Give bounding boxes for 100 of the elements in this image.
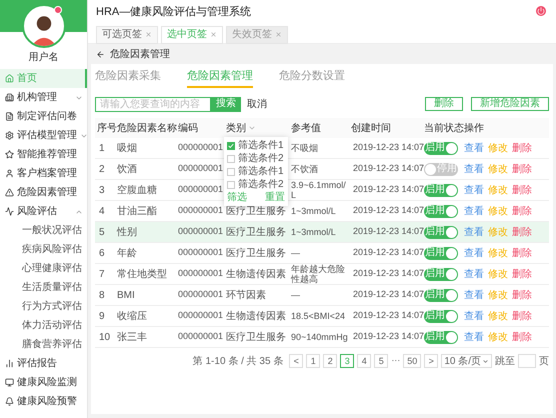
row-action-link[interactable]: 修改 bbox=[488, 266, 508, 282]
sidebar-subitem[interactable]: 行为方式评估 bbox=[0, 297, 87, 316]
status-toggle[interactable]: 启用 bbox=[424, 142, 458, 154]
content-tab[interactable]: 危险因素采集 bbox=[95, 68, 161, 88]
row-action-link[interactable]: 查看 bbox=[464, 288, 484, 302]
row-action-link[interactable]: 删除 bbox=[512, 246, 532, 260]
sidebar-subitem[interactable]: 疾病风险评估 bbox=[0, 240, 87, 259]
content-tab[interactable]: 危险分数设置 bbox=[279, 68, 345, 88]
table-row[interactable]: 8 BMI 000000001 环节因素 — 2019-12-23 14:07 启用 查看 修改 删除 bbox=[95, 285, 549, 306]
row-action-link[interactable]: 修改 bbox=[488, 204, 508, 218]
status-toggle[interactable]: 启用 bbox=[424, 246, 458, 260]
filter-option[interactable]: 筛选条件2 bbox=[238, 180, 284, 190]
sidebar-item[interactable]: 健康风险预警 bbox=[0, 392, 87, 411]
action-button[interactable]: 删除 bbox=[425, 97, 463, 111]
sidebar-subitem[interactable]: 一般状况评估 bbox=[0, 221, 87, 240]
column-header: 创建时间 bbox=[351, 122, 391, 136]
user-name: 用户名 bbox=[28, 50, 60, 65]
sidebar-subitem[interactable]: 体力活动评估 bbox=[0, 316, 87, 335]
sidebar-item[interactable]: 首页 bbox=[0, 69, 87, 88]
row-action-link[interactable]: 修改 bbox=[488, 288, 508, 302]
sidebar-item[interactable]: 智能推荐管理 bbox=[0, 145, 87, 164]
page-button[interactable]: 5 bbox=[374, 354, 388, 368]
page-button[interactable]: 4 bbox=[357, 354, 372, 368]
close-icon[interactable] bbox=[210, 31, 217, 38]
status-toggle[interactable]: 启用 bbox=[424, 226, 458, 238]
table-row[interactable]: 10 张三丰 000000001 医疗卫生服务 90~140mmHg 2019-12-23 14:07 启用 查看 修改 删除 bbox=[95, 327, 549, 348]
row-action-link[interactable]: 删除 bbox=[512, 140, 532, 156]
action-button[interactable]: 新增危险因素 bbox=[471, 97, 549, 111]
status-toggle[interactable]: 启用 bbox=[424, 288, 458, 302]
filter-option[interactable]: 筛选条件1 bbox=[238, 166, 284, 176]
sidebar-item[interactable]: 危险因素管理 bbox=[0, 183, 87, 202]
page-jump-field[interactable] bbox=[518, 354, 536, 368]
status-toggle[interactable]: 启用 bbox=[424, 184, 458, 196]
status-toggle[interactable]: 启用 bbox=[424, 204, 458, 218]
row-action-link[interactable]: 查看 bbox=[464, 162, 484, 176]
row-action-link[interactable]: 查看 bbox=[464, 330, 484, 344]
row-action-link[interactable]: 查看 bbox=[464, 266, 484, 282]
page-button[interactable]: 1 bbox=[306, 354, 320, 368]
sidebar-item[interactable]: 制定评估问卷 bbox=[0, 107, 87, 126]
page-tab[interactable]: 选中页签 bbox=[161, 26, 223, 44]
row-action-link[interactable]: 查看 bbox=[464, 308, 484, 324]
checkbox[interactable] bbox=[227, 142, 235, 150]
filter-confirm-link[interactable]: 筛选 bbox=[227, 192, 247, 202]
filter-caret-icon[interactable] bbox=[248, 124, 256, 132]
power-icon[interactable] bbox=[536, 6, 546, 16]
table-row[interactable]: 5 性别 000000001 医疗卫生服务 1~3mmol/L 2019-12-23 14:07 启用 查看 修改 删除 bbox=[95, 222, 549, 243]
row-action-link[interactable]: 删除 bbox=[512, 330, 532, 344]
checkbox[interactable] bbox=[227, 154, 235, 162]
checkbox[interactable] bbox=[227, 168, 235, 176]
table-cell-text: 收缩压 bbox=[116, 310, 148, 324]
row-action-link[interactable]: 查看 bbox=[464, 182, 484, 198]
row-action-link[interactable]: 修改 bbox=[488, 182, 508, 198]
status-toggle[interactable]: 启用 bbox=[424, 268, 458, 280]
row-action-link[interactable]: 删除 bbox=[512, 204, 532, 218]
row-action-link[interactable]: 删除 bbox=[512, 266, 532, 282]
back-arrow-icon[interactable] bbox=[96, 50, 105, 58]
row-action-link[interactable]: 查看 bbox=[464, 204, 484, 218]
sidebar-item[interactable]: 机构管理 bbox=[0, 88, 87, 107]
row-action-link[interactable]: 查看 bbox=[464, 224, 484, 240]
sidebar-item[interactable]: 风险评估 bbox=[0, 202, 87, 221]
filter-reset-link[interactable]: 重置 bbox=[265, 192, 285, 202]
page-button[interactable]: 2 bbox=[323, 354, 338, 368]
close-icon[interactable] bbox=[145, 31, 152, 38]
table-cell-text: 7 bbox=[98, 268, 106, 282]
row-action-link[interactable]: 查看 bbox=[464, 140, 484, 156]
sidebar-subitem[interactable]: 心理健康评估 bbox=[0, 259, 87, 278]
prev-page-button[interactable]: < bbox=[289, 354, 304, 368]
page-size-select[interactable]: 10 条/页 bbox=[441, 354, 492, 368]
row-action-link[interactable]: 查看 bbox=[464, 246, 484, 260]
table-cell-text: 10 bbox=[98, 330, 112, 344]
row-action-link[interactable]: 删除 bbox=[512, 224, 532, 240]
table-row[interactable]: 6 年龄 000000001 医疗卫生服务 — 2019-12-23 14:07 启用 查看 修改 删除 bbox=[95, 243, 549, 264]
row-action-link[interactable]: 修改 bbox=[488, 330, 508, 344]
search-button[interactable]: 搜索 bbox=[211, 96, 241, 112]
status-toggle[interactable]: 启用 bbox=[424, 330, 458, 344]
row-action-link[interactable]: 修改 bbox=[488, 140, 508, 156]
sidebar-subitem[interactable]: 生活质量评估 bbox=[0, 278, 87, 297]
search-field[interactable]: 请输入您要查询的内容 bbox=[95, 96, 211, 112]
row-action-link[interactable]: 删除 bbox=[512, 288, 532, 302]
row-action-link[interactable]: 修改 bbox=[488, 308, 508, 324]
row-action-link[interactable]: 删除 bbox=[512, 162, 532, 176]
row-action-link[interactable]: 删除 bbox=[512, 308, 532, 324]
sidebar-subitem[interactable]: 膳食营养评估 bbox=[0, 335, 87, 354]
next-page-button[interactable]: > bbox=[424, 354, 438, 368]
sidebar-item[interactable]: 健康风险监测 bbox=[0, 373, 87, 392]
cancel-button[interactable]: 取消 bbox=[247, 96, 267, 112]
row-action-link[interactable]: 修改 bbox=[488, 162, 508, 176]
sidebar-item[interactable]: 评估模型管理 bbox=[0, 126, 87, 145]
row-action-link[interactable]: 删除 bbox=[512, 182, 532, 198]
page-button[interactable]: 50 bbox=[403, 354, 422, 368]
sidebar-item[interactable]: 评估报告 bbox=[0, 354, 87, 373]
checkbox[interactable] bbox=[227, 180, 235, 188]
content-tab[interactable]: 危险因素管理 bbox=[187, 68, 253, 88]
status-toggle[interactable]: 启用 bbox=[424, 310, 458, 322]
sidebar-item[interactable]: 客户档案管理 bbox=[0, 164, 87, 183]
page-button[interactable]: 3 bbox=[340, 354, 354, 368]
row-action-link[interactable]: 修改 bbox=[488, 246, 508, 260]
page-tab[interactable]: 可选页签 bbox=[96, 26, 158, 44]
filter-option[interactable]: 筛选条件1 bbox=[238, 140, 284, 150]
table-row[interactable]: 9 收缩压 000000001 生物遗传因素 18.5<BMI<24 2019-12-23 14:07 启用 查看 修改 删除 bbox=[95, 306, 549, 327]
